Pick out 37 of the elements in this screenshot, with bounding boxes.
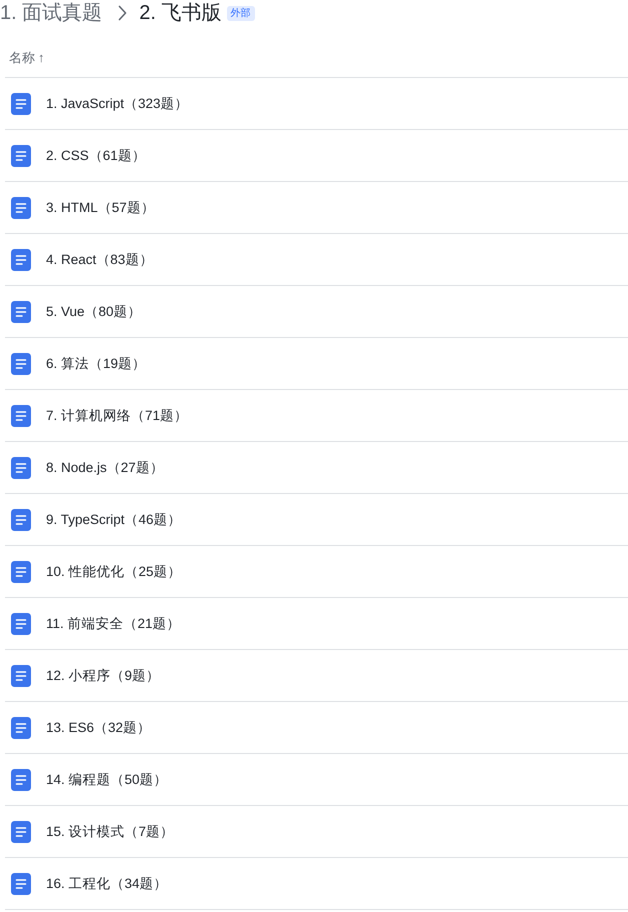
document-icon [11,716,31,738]
document-list-item[interactable]: 2. CSS（61题） [5,130,628,182]
document-list-item[interactable]: 5. Vue（80题） [5,286,628,338]
document-icon [11,872,31,894]
document-list-item[interactable]: 9. TypeScript（46题） [5,494,628,546]
document-list-item[interactable]: 4. React（83题） [5,234,628,286]
document-icon [11,92,31,114]
document-list-item[interactable]: 12. 小程序（9题） [5,650,628,702]
document-icon [11,820,31,842]
document-list-item[interactable]: 7. 计算机网络（71题） [5,390,628,442]
document-icon [11,508,31,530]
document-list-item[interactable]: 1. JavaScript（323题） [5,78,628,130]
document-icon [11,768,31,790]
document-icon [11,248,31,270]
document-list-item[interactable]: 14. 编程题（50题） [5,754,628,806]
document-icon [11,456,31,478]
document-list-item[interactable]: 6. 算法（19题） [5,338,628,390]
document-icon [11,144,31,166]
column-header[interactable]: 名称 ↑ [5,48,44,66]
document-icon [11,352,31,374]
document-list-item[interactable]: 15. 设计模式（7题） [5,806,628,858]
document-list-item[interactable]: 8. Node.js（27题） [5,442,628,494]
document-list-item[interactable]: 11. 前端安全（21题） [5,598,628,650]
document-list-item[interactable]: 16. 工程化（34题） [5,858,628,910]
document-icon [11,612,31,634]
document-icon [11,196,31,218]
chevron-right-icon [118,5,128,21]
current-folder-title: 2. 飞书版 [139,1,222,25]
document-icon [11,404,31,426]
document-list-item[interactable]: 13. ES6（32题） [5,702,628,754]
external-badge: 外部 [226,6,254,20]
breadcrumb-link[interactable]: 1. 面试真题 [0,1,102,25]
document-icon [11,664,31,686]
document-icon [11,300,31,322]
document-icon [11,560,31,582]
document-list-item[interactable]: 3. HTML（57题） [5,182,628,234]
document-list-item[interactable]: 10. 性能优化（25题） [5,546,628,598]
